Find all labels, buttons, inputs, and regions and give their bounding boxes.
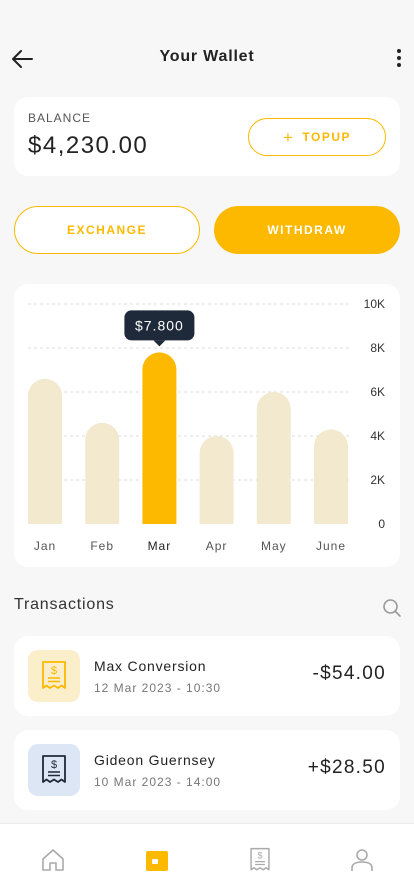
y-tick-label: 10K [364, 297, 385, 311]
chart-bar[interactable] [85, 422, 120, 524]
chart-bar[interactable] [28, 378, 62, 524]
y-tick-label: 2K [370, 473, 385, 487]
y-tick-label: 0 [378, 517, 385, 531]
nav-receipts[interactable]: $ [246, 846, 274, 874]
x-tick-label: Apr [206, 539, 228, 553]
withdraw-label: WITHDRAW [267, 223, 347, 237]
transactions-title: Transactions [14, 596, 115, 613]
topup-label: TOPUP [302, 130, 352, 144]
more-options-button[interactable] [392, 46, 406, 72]
withdraw-button[interactable]: WITHDRAW [214, 206, 400, 254]
search-button[interactable] [382, 598, 402, 618]
x-tick-label: Feb [90, 539, 114, 553]
transaction-date: 10 Mar 2023 - 14:00 [94, 775, 222, 789]
exchange-label: EXCHANGE [66, 223, 147, 237]
transaction-amount: +$28.50 [307, 757, 386, 778]
tooltip-value: $7.800 [135, 317, 184, 333]
receipt-icon: $ [250, 847, 270, 871]
x-tick-label: Jan [34, 539, 56, 553]
balance-card: BALANCE $4,230.00 + TOPUP [14, 97, 400, 176]
transaction-name: Gideon Guernsey [94, 752, 216, 768]
topup-button[interactable]: + TOPUP [248, 118, 386, 156]
chart-bar[interactable] [256, 392, 291, 524]
svg-text:$: $ [258, 850, 263, 860]
x-tick-label: Mar [148, 539, 172, 553]
balance-value: $4,230.00 [28, 132, 149, 159]
receipt-icon-tile: $ [28, 650, 80, 702]
nav-home[interactable] [39, 846, 67, 874]
chart-bar[interactable] [199, 436, 234, 524]
more-vertical-icon [397, 49, 401, 53]
header: Your Wallet [0, 40, 414, 76]
page-title: Your Wallet [159, 48, 255, 65]
bar-chart: 10K 8K 6K 4K 2K 0 Jan Feb Mar Apr May June $7.800 [28, 297, 385, 553]
x-tick-label: June [316, 539, 346, 553]
receipt-icon: $ [42, 661, 66, 689]
nav-profile[interactable] [348, 846, 376, 874]
wallet-icon [146, 851, 168, 871]
user-icon [351, 849, 373, 871]
transaction-item[interactable]: $ Gideon Guernsey 10 Mar 2023 - 14:00 +$… [14, 730, 400, 810]
chart-bar[interactable] [142, 352, 177, 524]
exchange-button[interactable]: EXCHANGE [14, 206, 200, 254]
chart-tooltip: $7.800 [124, 310, 195, 347]
bottom-navigation: $ [0, 823, 414, 896]
svg-text:$: $ [51, 665, 57, 677]
transaction-amount: -$54.00 [312, 663, 386, 684]
balance-label: BALANCE [28, 111, 92, 125]
y-tick-label: 6K [370, 385, 385, 399]
x-tick-label: May [261, 539, 287, 553]
nav-wallet[interactable] [143, 846, 171, 874]
chart-bar[interactable] [314, 429, 348, 524]
home-icon [42, 849, 64, 871]
y-tick-label: 8K [370, 341, 385, 355]
receipt-icon: $ [42, 755, 66, 783]
plus-icon: + [282, 127, 295, 147]
svg-text:$: $ [51, 759, 57, 771]
y-tick-label: 4K [370, 429, 385, 443]
transaction-date: 12 Mar 2023 - 10:30 [94, 681, 222, 695]
transaction-name: Max Conversion [94, 658, 207, 674]
spending-chart: 10K 8K 6K 4K 2K 0 Jan Feb Mar Apr May June $7.800 [14, 284, 400, 567]
transaction-item[interactable]: $ Max Conversion 12 Mar 2023 - 10:30 -$5… [14, 636, 400, 716]
search-icon [383, 599, 401, 617]
receipt-icon-tile: $ [28, 744, 80, 796]
